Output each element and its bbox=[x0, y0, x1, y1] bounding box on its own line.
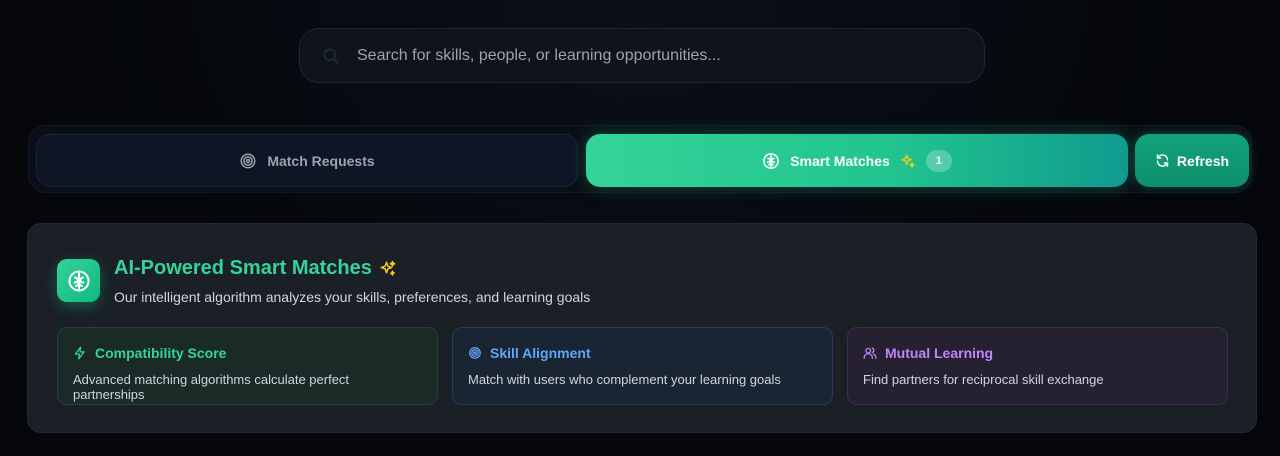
feature-card-title: Skill Alignment bbox=[490, 345, 591, 361]
smart-matches-count-badge: 1 bbox=[925, 149, 952, 172]
feature-card-desc: Find partners for reciprocal skill excha… bbox=[863, 372, 1104, 387]
lightning-icon bbox=[73, 346, 87, 360]
feature-card-title: Compatibility Score bbox=[95, 345, 227, 361]
search-input[interactable] bbox=[357, 29, 984, 82]
tab-smart-matches[interactable]: Smart Matches 1 bbox=[586, 134, 1128, 187]
sparkles-icon bbox=[900, 153, 916, 169]
sparkles-icon bbox=[379, 260, 397, 278]
feature-card-mutual-learning: Mutual Learning Find partners for recipr… bbox=[847, 327, 1228, 405]
feature-card-title: Mutual Learning bbox=[885, 345, 994, 361]
smart-matches-panel: AI-Powered Smart Matches Our intelligent… bbox=[27, 223, 1257, 433]
brain-icon bbox=[57, 259, 100, 302]
panel-title: AI-Powered Smart Matches bbox=[114, 257, 397, 280]
refresh-icon bbox=[1155, 153, 1170, 168]
panel-title-text: AI-Powered Smart Matches bbox=[114, 257, 372, 279]
users-icon bbox=[863, 346, 877, 360]
feature-card-desc: Match with users who complement your lea… bbox=[468, 372, 781, 387]
refresh-button[interactable]: Refresh bbox=[1135, 134, 1249, 187]
feature-card-desc: Advanced matching algorithms calculate p… bbox=[73, 372, 350, 402]
refresh-label: Refresh bbox=[1176, 152, 1230, 169]
match-tabs: Match Requests Smart Matches 1 Refresh bbox=[28, 125, 1252, 193]
brain-icon bbox=[762, 152, 780, 170]
target-icon bbox=[239, 152, 257, 170]
panel-subtitle: Our intelligent algorithm analyzes your … bbox=[114, 289, 591, 305]
tab-smart-matches-label: Smart Matches bbox=[790, 152, 890, 169]
feature-card-compatibility: Compatibility Score Advanced matching al… bbox=[57, 327, 438, 405]
search-bar[interactable] bbox=[299, 28, 985, 83]
target-icon bbox=[468, 346, 482, 360]
feature-card-skill-alignment: Skill Alignment Match with users who com… bbox=[452, 327, 833, 405]
tab-match-requests-label: Match Requests bbox=[267, 152, 375, 169]
tab-match-requests[interactable]: Match Requests bbox=[36, 134, 578, 187]
search-icon bbox=[321, 46, 341, 66]
